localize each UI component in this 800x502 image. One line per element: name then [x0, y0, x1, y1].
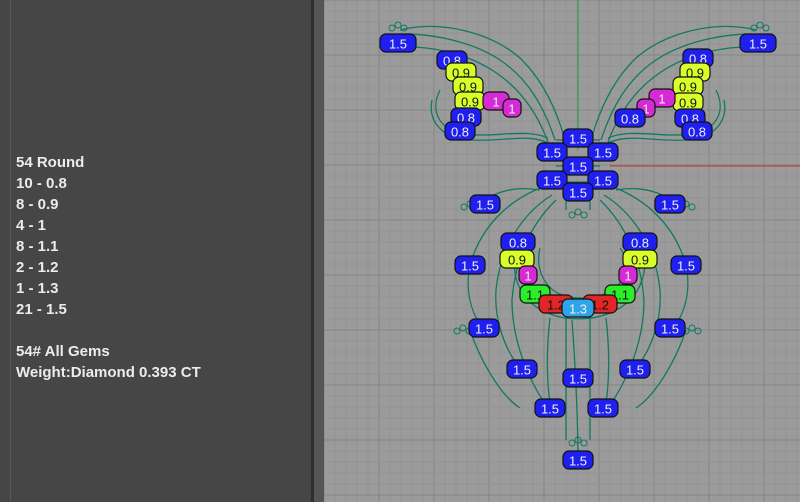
gem-size-label-15: 1 — [658, 92, 665, 107]
gem-size-label-25: 1.5 — [594, 174, 612, 189]
gem-size-label-22: 1.5 — [594, 146, 612, 161]
gem-size-label-0: 1.5 — [389, 37, 407, 52]
diamond-weight: Weight:Diamond 0.393 CT — [16, 364, 201, 381]
gem-42[interactable]: 1.5 — [468, 318, 500, 338]
gem-24[interactable]: 1.5 — [536, 170, 568, 190]
gem-breakdown-2: 4 - 1 — [16, 217, 47, 234]
gem-size-label-21: 1.5 — [543, 146, 561, 161]
panel-divider — [10, 0, 11, 502]
gem-22[interactable]: 1.5 — [587, 142, 619, 162]
gem-size-label-44: 1.5 — [513, 363, 531, 378]
gem-38[interactable]: 1 — [618, 265, 638, 285]
gem-size-label-29: 1.5 — [461, 259, 479, 274]
gem-31[interactable]: 0.8 — [500, 232, 536, 252]
gem-37[interactable]: 0.9 — [622, 249, 658, 269]
gem-size-label-47: 1.5 — [541, 402, 559, 417]
properties-panel: 54 Round 10 - 0.8 8 - 0.9 4 - 1 8 - 1.1 … — [0, 0, 311, 502]
all-gems-title: 54# All Gems — [16, 343, 110, 360]
gem-46[interactable]: 1.5 — [562, 368, 594, 388]
gem-size-label-38: 1 — [624, 269, 631, 284]
gem-14[interactable]: 0.9 — [672, 92, 704, 112]
gem-23[interactable]: 1.5 — [562, 156, 594, 176]
gem-summary: 54 Round 10 - 0.8 8 - 0.9 4 - 1 8 - 1.1 … — [16, 152, 201, 383]
gem-48[interactable]: 1.5 — [587, 398, 619, 418]
gem-size-label-27: 1.5 — [476, 198, 494, 213]
gem-breakdown-4: 2 - 1.2 — [16, 259, 59, 276]
prong-2-0 — [568, 211, 576, 219]
gem-size-label-24: 1.5 — [543, 174, 561, 189]
gem-size-label-43: 1.5 — [661, 322, 679, 337]
3d-viewport[interactable]: 1.5 1.5 0.8 0.9 0.9 0.9 1 1 0.8 0.8 0.8 0.9 0.9 0.9 1 1… — [324, 0, 800, 502]
gem-29[interactable]: 1.5 — [454, 255, 486, 275]
gem-size-label-1: 1.5 — [749, 37, 767, 52]
gem-size-label-20: 1.5 — [569, 132, 587, 147]
gem-0[interactable]: 1.5 — [379, 33, 417, 53]
gem-size-label-23: 1.5 — [569, 160, 587, 175]
gem-size-label-31: 0.8 — [509, 236, 527, 251]
gem-size-label-45: 1.5 — [626, 363, 644, 378]
gem-19[interactable]: 0.8 — [681, 121, 713, 141]
prong-6-0 — [453, 327, 461, 335]
prong-5-2 — [580, 439, 588, 447]
gem-9[interactable]: 0.8 — [444, 121, 476, 141]
gem-size-label-37: 0.9 — [631, 253, 649, 268]
gem-size-label-41: 1.3 — [569, 302, 587, 317]
gem-breakdown-6: 21 - 1.5 — [16, 301, 67, 318]
gem-45[interactable]: 1.5 — [619, 359, 651, 379]
gem-27[interactable]: 1.5 — [469, 194, 501, 214]
gem-28[interactable]: 1.5 — [654, 194, 686, 214]
gem-size-label-7: 1 — [508, 102, 515, 117]
gem-17[interactable]: 0.8 — [614, 108, 646, 128]
gem-41[interactable]: 1.3 — [561, 298, 595, 318]
gem-21[interactable]: 1.5 — [536, 142, 568, 162]
gem-size-label-28: 1.5 — [661, 198, 679, 213]
gem-size-label-32: 0.9 — [508, 253, 526, 268]
gem-breakdown-5: 1 - 1.3 — [16, 280, 59, 297]
gem-count-title: 54 Round — [16, 154, 85, 171]
gem-32[interactable]: 0.9 — [499, 249, 535, 269]
gem-36[interactable]: 0.8 — [622, 232, 658, 252]
gem-5[interactable]: 0.9 — [454, 91, 486, 111]
prong-2-1 — [574, 208, 582, 216]
panel-splitter[interactable] — [314, 0, 324, 502]
gem-size-label-9: 0.8 — [451, 125, 469, 140]
prong-1-1 — [756, 21, 764, 29]
gem-44[interactable]: 1.5 — [506, 359, 538, 379]
gem-breakdown-1: 8 - 0.9 — [16, 196, 59, 213]
gem-size-label-14: 0.9 — [679, 96, 697, 111]
gem-7[interactable]: 1 — [502, 98, 522, 118]
gem-size-label-13: 0.9 — [679, 80, 697, 95]
gem-size-label-26: 1.5 — [569, 186, 587, 201]
gem-33[interactable]: 1 — [518, 265, 538, 285]
gem-size-label-46: 1.5 — [569, 372, 587, 387]
gem-size-label-5: 0.9 — [461, 95, 479, 110]
gem-size-label-19: 0.8 — [688, 125, 706, 140]
prong-5-0 — [568, 439, 576, 447]
gem-size-label-48: 1.5 — [594, 402, 612, 417]
gem-20[interactable]: 1.5 — [562, 128, 594, 148]
gem-size-label-33: 1 — [524, 269, 531, 284]
gem-47[interactable]: 1.5 — [534, 398, 566, 418]
gem-13[interactable]: 0.9 — [672, 76, 704, 96]
viewport-grid — [324, 0, 800, 502]
gem-size-label-17: 0.8 — [621, 112, 639, 127]
gem-43[interactable]: 1.5 — [654, 318, 686, 338]
gem-size-label-6: 1 — [492, 95, 499, 110]
gem-49[interactable]: 1.5 — [562, 450, 594, 470]
viewport-canvas[interactable]: 1.5 1.50.80.90.90.9 1 10.80.80.80.90.90.911… — [324, 0, 800, 502]
gem-1[interactable]: 1.5 — [739, 33, 777, 53]
gem-size-label-36: 0.8 — [631, 236, 649, 251]
gem-breakdown-3: 8 - 1.1 — [16, 238, 59, 255]
gem-size-label-30: 1.5 — [677, 259, 695, 274]
gem-size-label-49: 1.5 — [569, 454, 587, 469]
gem-breakdown-0: 10 - 0.8 — [16, 175, 67, 192]
gem-26[interactable]: 1.5 — [562, 182, 594, 202]
prong-2-2 — [580, 211, 588, 219]
gem-size-label-42: 1.5 — [475, 322, 493, 337]
gem-30[interactable]: 1.5 — [670, 255, 702, 275]
prong-0-1 — [394, 21, 402, 29]
